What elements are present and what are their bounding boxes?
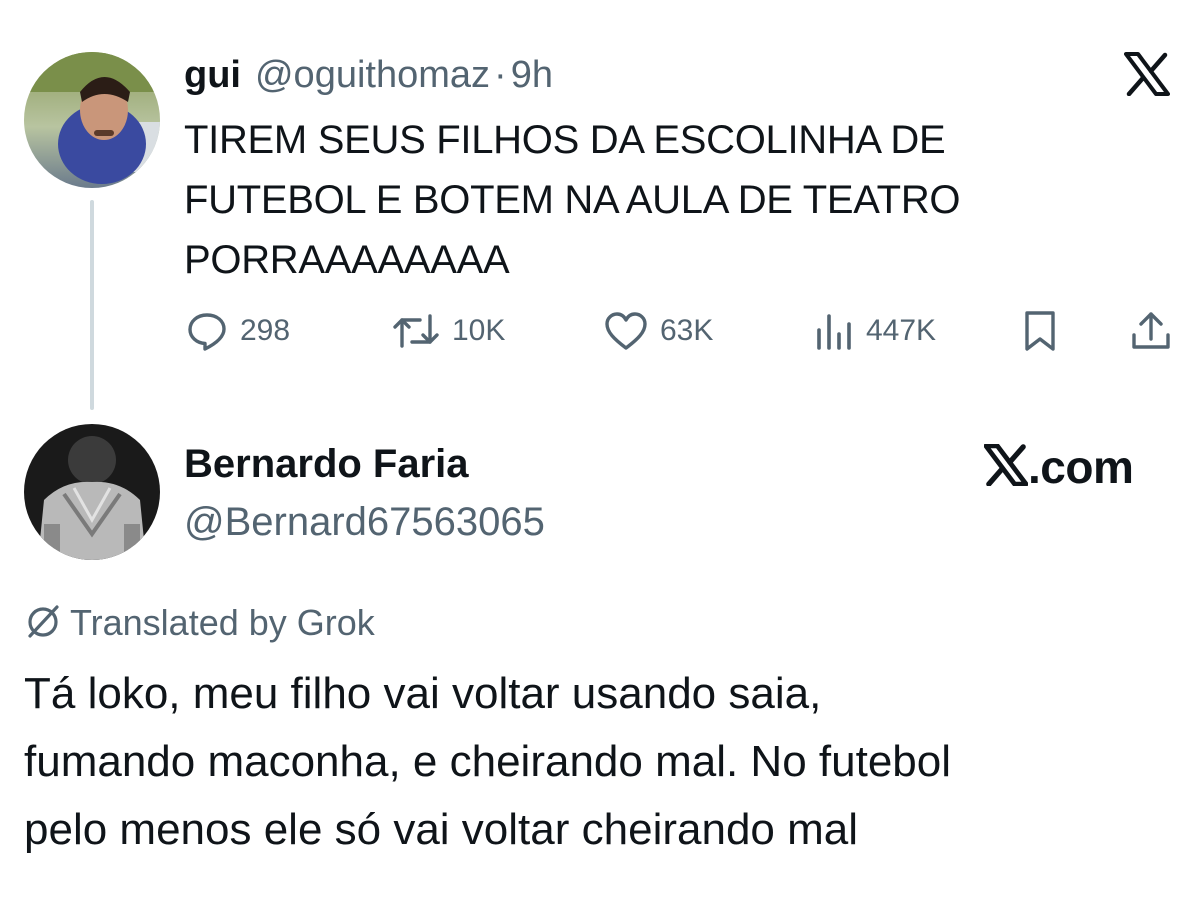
repost-button[interactable]: 10K (392, 306, 505, 356)
x-logo-icon (983, 443, 1029, 491)
tweet-text: TIREM SEUS FILHOS DA ESCOLINHA DE FUTEBO… (184, 118, 961, 282)
thread-connector-line (90, 200, 94, 410)
separator-dot: · (494, 54, 507, 96)
like-icon (604, 310, 648, 352)
views-button[interactable]: 447K (814, 306, 936, 356)
repost-count: 10K (452, 314, 506, 347)
tweet-timestamp[interactable]: 9h (511, 50, 553, 100)
reply-icon (186, 310, 228, 352)
avatar-gui[interactable] (24, 52, 160, 188)
reply-author-name[interactable]: Bernardo Faria (184, 438, 469, 490)
x-com-watermark: .com (983, 440, 1134, 494)
bookmark-button[interactable] (1022, 306, 1058, 356)
x-logo-icon (1124, 52, 1170, 97)
author-name[interactable]: gui (184, 50, 241, 100)
views-icon (814, 310, 854, 352)
author-handle[interactable]: @oguithomaz (255, 50, 490, 100)
tweet-header: gui @oguithomaz · 9h (184, 50, 553, 100)
reply-button[interactable]: 298 (186, 306, 290, 356)
watermark-text: .com (1028, 441, 1134, 493)
like-count: 63K (660, 314, 714, 347)
reply-author-handle[interactable]: @Bernard67563065 (184, 496, 545, 548)
tweet-actions: 298 10K 63K 447K (186, 306, 1176, 356)
like-button[interactable]: 63K (604, 306, 713, 356)
translated-by-grok[interactable]: Translated by Grok (24, 600, 375, 646)
share-button[interactable] (1130, 306, 1172, 356)
reply-text: Tá loko, meu filho vai voltar usando sai… (24, 669, 952, 854)
bookmark-icon (1022, 309, 1058, 353)
share-icon (1130, 309, 1172, 353)
repost-icon (392, 310, 440, 352)
translate-icon (24, 602, 62, 645)
avatar-bernardo[interactable] (24, 424, 160, 560)
reply-count: 298 (240, 314, 291, 347)
views-count: 447K (866, 314, 937, 347)
translation-note: Translated by Grok (70, 602, 375, 643)
